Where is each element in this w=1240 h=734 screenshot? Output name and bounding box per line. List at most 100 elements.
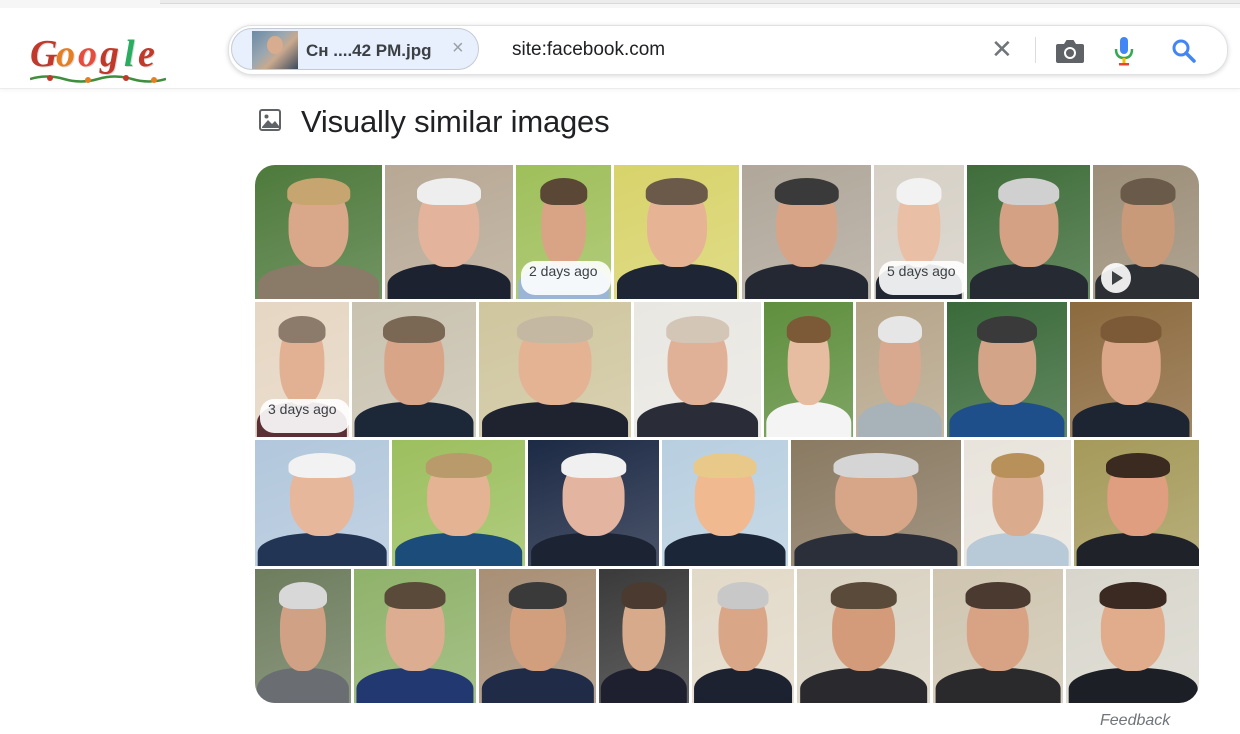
image-result-tile[interactable] (354, 569, 476, 703)
person-torso (530, 533, 657, 566)
image-result-tile[interactable] (1093, 165, 1199, 299)
person-torso (387, 264, 511, 299)
person-hair (878, 315, 922, 343)
browser-toolbar-edge (160, 0, 1240, 4)
person-torso (481, 668, 594, 703)
image-result-tile[interactable] (385, 165, 513, 299)
person-torso (257, 533, 387, 566)
image-result-tile[interactable]: 2 days ago (516, 165, 611, 299)
person-hair (560, 452, 627, 478)
image-result-tile[interactable] (964, 440, 1071, 566)
image-result-tile[interactable] (856, 302, 944, 437)
person-hair (896, 178, 942, 206)
person-hair (1106, 452, 1170, 478)
google-doodle-logo[interactable]: Google (30, 30, 170, 86)
image-icon (259, 109, 281, 131)
image-result-tile[interactable] (692, 569, 794, 703)
image-result-tile[interactable] (255, 165, 382, 299)
person-hair (1099, 582, 1167, 610)
person-torso (799, 668, 928, 703)
image-result-tile[interactable] (255, 569, 351, 703)
similar-images-grid: 2 days ago 5 days ago 3 days ago (255, 165, 1199, 703)
person-hair (990, 452, 1045, 478)
search-input[interactable]: site:facebook.com (512, 39, 665, 61)
person-hair (517, 315, 593, 343)
person-torso (616, 264, 737, 299)
camera-icon[interactable] (1055, 38, 1085, 64)
image-result-tile[interactable] (1066, 569, 1199, 703)
clear-search-icon[interactable]: ✕ (991, 35, 1013, 63)
image-result-tile[interactable]: 5 days ago (874, 165, 964, 299)
image-result-tile[interactable] (967, 165, 1090, 299)
person-torso (636, 401, 759, 437)
search-box-divider (1035, 37, 1036, 63)
time-ago-badge: 3 days ago (260, 399, 349, 433)
person-hair (965, 582, 1031, 610)
image-result-tile[interactable] (1070, 302, 1192, 437)
person-torso (765, 401, 852, 437)
person-torso (1068, 668, 1198, 703)
section-title: Visually similar images (301, 104, 610, 139)
image-result-tile[interactable] (255, 440, 389, 566)
search-header: Google Cн ....42 PM.jpg × site:facebook.… (0, 8, 1240, 89)
person-hair (997, 178, 1060, 206)
image-result-tile[interactable] (392, 440, 525, 566)
person-torso (356, 668, 474, 703)
remove-image-icon[interactable]: × (452, 37, 464, 60)
logo-vine-decoration (30, 75, 166, 83)
logo-letter: o (78, 33, 97, 75)
person-torso (354, 401, 474, 437)
logo-letter: G (30, 33, 58, 75)
image-result-tile[interactable] (599, 569, 689, 703)
person-torso (664, 533, 786, 566)
time-ago-badge: 2 days ago (521, 261, 611, 295)
person-torso (1072, 401, 1190, 437)
person-hair (279, 582, 327, 610)
person-torso (969, 264, 1088, 299)
image-result-tile[interactable] (742, 165, 871, 299)
feedback-link[interactable]: Feedback (1100, 712, 1170, 730)
person-torso (744, 264, 869, 299)
image-result-tile[interactable] (528, 440, 659, 566)
logo-letter: g (100, 33, 119, 75)
person-hair (383, 315, 445, 343)
image-result-tile[interactable] (947, 302, 1067, 437)
image-result-tile[interactable]: 3 days ago (255, 302, 349, 437)
search-icon[interactable] (1171, 38, 1197, 64)
image-result-tile[interactable] (764, 302, 853, 437)
person-hair (1100, 315, 1162, 343)
image-result-tile[interactable] (933, 569, 1063, 703)
image-result-tile[interactable] (634, 302, 761, 437)
person-hair (286, 178, 351, 206)
person-hair (1120, 178, 1176, 206)
microphone-icon[interactable] (1113, 36, 1135, 66)
image-query-chip[interactable]: Cн ....42 PM.jpg × (231, 28, 479, 70)
person-torso (794, 533, 958, 566)
image-result-tile[interactable] (479, 302, 631, 437)
person-hair (384, 582, 446, 610)
image-result-tile[interactable] (662, 440, 788, 566)
person-torso (1076, 533, 1199, 566)
person-torso (857, 401, 943, 437)
image-result-tile[interactable] (797, 569, 930, 703)
person-hair (833, 452, 919, 478)
image-query-filename: Cн ....42 PM.jpg (306, 41, 432, 60)
play-icon[interactable] (1101, 263, 1131, 293)
person-torso (482, 401, 628, 437)
browser-top-strip (0, 0, 1240, 8)
image-result-tile[interactable] (352, 302, 476, 437)
person-torso (394, 533, 523, 566)
image-result-tile[interactable] (1074, 440, 1199, 566)
person-hair (417, 178, 481, 206)
image-result-tile[interactable] (479, 569, 596, 703)
query-image-thumbnail (252, 31, 298, 69)
person-torso (694, 668, 792, 703)
image-result-tile[interactable] (614, 165, 739, 299)
image-result-tile[interactable] (791, 440, 961, 566)
logo-letter: l (124, 33, 135, 75)
search-box: Cн ....42 PM.jpg × site:facebook.com ✕ (228, 25, 1228, 75)
person-torso (935, 668, 1061, 703)
person-hair (288, 452, 356, 478)
person-hair (508, 582, 567, 610)
person-torso (966, 533, 1069, 566)
